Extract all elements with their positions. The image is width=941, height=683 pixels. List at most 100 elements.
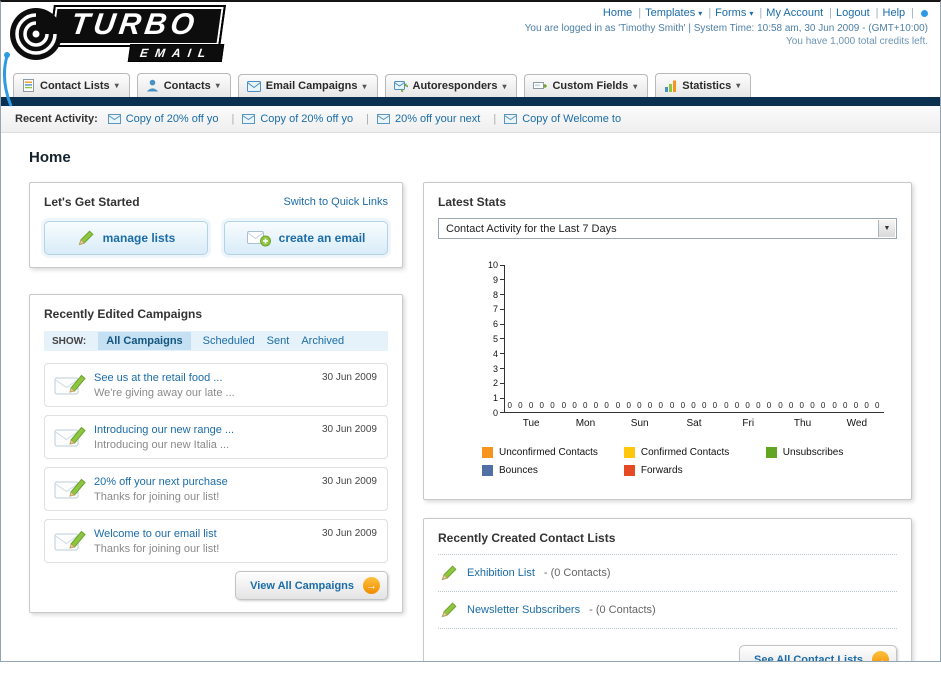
- envelope-icon: [504, 114, 518, 124]
- nav-divider-bar: [1, 97, 940, 106]
- contact-list-item[interactable]: Newsletter Subscribers - (0 Contacts): [438, 592, 897, 629]
- chart-x-axis-labels: Tue Mon Sun Sat Fri Thu Wed: [504, 413, 884, 429]
- campaigns-panel-title: Recently Edited Campaigns: [44, 307, 203, 321]
- contact-lists-icon: [23, 79, 34, 92]
- chart-value-labels: 0 0 0 0 0: [832, 401, 882, 410]
- chart-x-label: Thu: [793, 418, 812, 429]
- tab-contacts[interactable]: Contacts ▾: [136, 73, 231, 97]
- select-arrow-icon: ▼: [878, 220, 895, 237]
- filter-all-campaigns[interactable]: All Campaigns: [98, 332, 191, 350]
- arrow-right-icon: →: [363, 577, 380, 594]
- link-forms[interactable]: Forms: [715, 7, 746, 19]
- campaign-subtitle: Introducing our new Italia ...: [94, 439, 230, 451]
- chevron-down-icon: ▾: [633, 81, 638, 91]
- activity-link: Copy of Welcome to: [522, 113, 622, 125]
- tab-label: Statistics: [682, 79, 732, 92]
- header: TURBO EMAIL Home Templates ▾ Forms ▾ My …: [1, 2, 940, 107]
- recent-activity-item[interactable]: Copy of Welcome to: [504, 113, 621, 125]
- stats-period-select[interactable]: Contact Activity for the Last 7 Days ▼: [438, 218, 897, 239]
- view-all-campaigns-label: View All Campaigns: [250, 579, 354, 592]
- app-window: TURBO EMAIL Home Templates ▾ Forms ▾ My …: [0, 0, 941, 662]
- chart-value-labels: 0 0 0 0 0: [561, 401, 611, 410]
- chevron-down-icon: ▾: [362, 81, 367, 91]
- chart-bar-group: 0 0 0 0 0: [830, 401, 884, 412]
- campaign-subtitle: Thanks for joining our list!: [94, 543, 220, 555]
- chart-value-labels: 0 0 0 0 0: [778, 401, 828, 410]
- filter-sent[interactable]: Sent: [267, 335, 290, 347]
- campaign-row[interactable]: Welcome to our email list Thanks for joi…: [44, 519, 388, 563]
- chart-y-axis: 10 9 8 7 6 5 4 3 2 1 0: [478, 260, 504, 418]
- tab-label: Custom Fields: [552, 80, 629, 92]
- chart-bar-groups: 0 0 0 0 0 0 0 0 0 0 0 0 0 0 0 0 0 0 0 0 0 0 …: [505, 401, 884, 412]
- campaign-row[interactable]: Introducing our new range ... Introducin…: [44, 415, 388, 459]
- contact-lists-panel-title: Recently Created Contact Lists: [438, 531, 897, 555]
- tab-custom-fields[interactable]: Custom Fields ▾: [524, 74, 649, 97]
- legend-swatch-icon: [482, 447, 493, 458]
- campaign-title-link[interactable]: See us at the retail food ...: [94, 372, 235, 384]
- filter-scheduled[interactable]: Scheduled: [203, 335, 255, 347]
- see-all-contact-lists-button[interactable]: See All Contact Lists →: [738, 645, 897, 661]
- legend-swatch-icon: [765, 447, 777, 458]
- campaign-title-link[interactable]: 20% off your next purchase: [94, 476, 228, 488]
- campaign-row[interactable]: See us at the retail food ... We're givi…: [44, 363, 388, 407]
- login-info: You are logged in as 'Timothy Smith' | S…: [524, 23, 928, 34]
- pencil-icon: [441, 602, 457, 618]
- tab-email-campaigns[interactable]: Email Campaigns ▾: [237, 74, 378, 97]
- link-logout[interactable]: Logout: [836, 7, 870, 19]
- campaign-title-link[interactable]: Introducing our new range ...: [94, 424, 234, 436]
- credits-remaining: You have 1,000 total credits left.: [786, 36, 928, 47]
- campaign-envelope-pencil-icon: [54, 530, 86, 551]
- contact-list-item[interactable]: Exhibition List - (0 Contacts): [438, 555, 897, 592]
- switch-quick-links-link[interactable]: Switch to Quick Links: [283, 196, 388, 208]
- main-navigation: Contact Lists ▾ Contacts ▾ Email Campaig…: [1, 64, 940, 97]
- chart-plot-area: 0 0 0 0 0 0 0 0 0 0 0 0 0 0 0 0 0 0 0 0 0 0 …: [504, 265, 884, 413]
- legend-label: Unconfirmed Contacts: [499, 447, 598, 458]
- tab-label: Email Campaigns: [265, 80, 358, 92]
- tab-contact-lists[interactable]: Contact Lists ▾: [13, 73, 130, 97]
- campaign-filter-bar: SHOW: All Campaigns Scheduled Sent Archi…: [44, 331, 388, 351]
- chevron-down-icon: ▾: [215, 81, 220, 90]
- activity-link: 20% off your next: [394, 113, 481, 125]
- link-my-account[interactable]: My Account: [766, 7, 823, 19]
- filter-archived[interactable]: Archived: [301, 335, 344, 347]
- recent-campaigns-panel: Recently Edited Campaigns SHOW: All Camp…: [29, 294, 403, 613]
- pencil-icon: [441, 565, 457, 581]
- logo-swoosh-icon: [10, 7, 62, 60]
- contact-activity-chart: 10 9 8 7 6 5 4 3 2 1 0 0 0 0 0 00 0 0 0 00 0 0 0 0…: [478, 260, 897, 418]
- stats-panel-title: Latest Stats: [438, 195, 507, 209]
- recent-activity-item[interactable]: Copy of 20% off yo: [107, 113, 243, 125]
- manage-lists-button[interactable]: manage lists: [44, 221, 208, 255]
- legend-item: Bounces: [482, 465, 624, 476]
- link-templates[interactable]: Templates: [645, 7, 695, 19]
- campaign-envelope-pencil-icon: [54, 478, 86, 499]
- chart-bar-group: 0 0 0 0 0: [559, 401, 613, 412]
- chevron-down-icon: ▾: [698, 9, 703, 18]
- get-started-title: Let's Get Started: [44, 195, 140, 209]
- view-all-campaigns-button[interactable]: View All Campaigns →: [235, 571, 388, 600]
- legend-label: Bounces: [499, 465, 538, 476]
- campaign-title-link[interactable]: Welcome to our email list: [94, 528, 219, 540]
- main-content: Home Let's Get Started Switch to Quick L…: [1, 133, 940, 661]
- stats-period-value: Contact Activity for the Last 7 Days: [446, 222, 617, 235]
- show-label: SHOW:: [52, 335, 87, 347]
- chart-x-label: Wed: [846, 418, 868, 429]
- link-help[interactable]: Help: [883, 7, 906, 19]
- recent-activity-item[interactable]: 20% off your next: [376, 113, 504, 125]
- chart-value-labels: 0 0 0 0 0: [669, 401, 720, 410]
- chevron-down-icon: ▾: [749, 9, 754, 18]
- contact-list-link[interactable]: Newsletter Subscribers: [467, 604, 580, 616]
- link-home[interactable]: Home: [603, 7, 632, 19]
- chart-bar-group: 0 0 0 0 0: [613, 401, 667, 412]
- tab-autoresponders[interactable]: Autoresponders ▾: [384, 74, 518, 97]
- chart-x-label: Sun: [630, 418, 649, 429]
- recent-activity-item[interactable]: Copy of 20% off yo: [242, 113, 377, 125]
- tab-statistics[interactable]: Statistics ▾: [655, 73, 752, 97]
- contact-list-link[interactable]: Exhibition List: [467, 567, 535, 579]
- create-email-button[interactable]: create an email: [224, 221, 388, 255]
- pencil-icon: [78, 230, 94, 246]
- header-right: Home Templates ▾ Forms ▾ My Account Logo…: [525, 7, 928, 47]
- create-email-label: create an email: [278, 231, 366, 245]
- logo-line1: TURBO: [48, 5, 227, 47]
- campaign-row[interactable]: 20% off your next purchase Thanks for jo…: [44, 467, 388, 511]
- manage-lists-label: manage lists: [102, 231, 176, 245]
